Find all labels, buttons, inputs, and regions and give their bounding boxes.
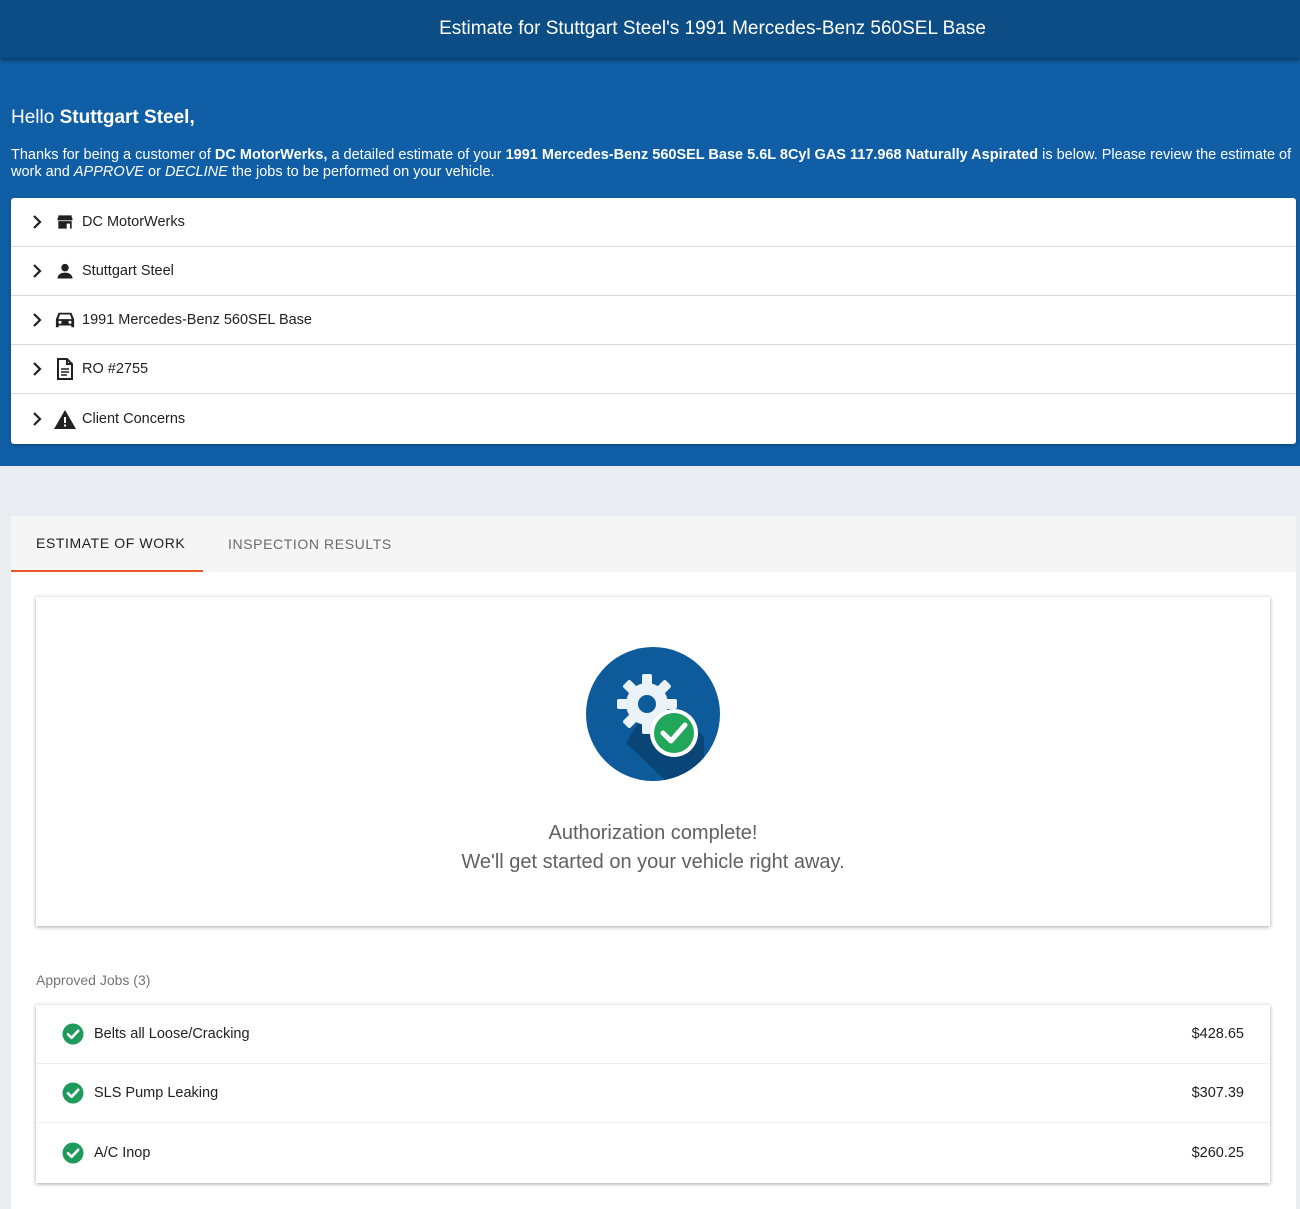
greeting-hello: Hello [11,107,55,128]
store-icon [53,212,77,232]
accordion-item-client-concerns[interactable]: Client Concerns [11,394,1296,444]
job-price: $428.65 [1191,1026,1244,1042]
greeting: Hello Stuttgart Steel, [11,105,1300,131]
job-row[interactable]: A/C Inop $260.25 [36,1123,1270,1183]
authorization-line-1: Authorization complete! [548,822,758,844]
accordion-item-customer[interactable]: Stuttgart Steel [11,247,1296,296]
authorization-line-2: We'll get started on your vehicle right … [461,851,845,873]
job-name: Belts all Loose/Cracking [94,1026,250,1042]
approved-jobs-title: Approved Jobs (3) [36,972,151,988]
accordion-label: Stuttgart Steel [82,263,174,279]
chevron-right-icon [25,362,49,376]
customer-name: Stuttgart Steel, [59,107,195,128]
accordion-item-vehicle[interactable]: 1991 Mercedes-Benz 560SEL Base [11,296,1296,345]
intro-part-2: a detailed estimate of your [327,147,506,163]
intro-part-4: or [143,164,165,180]
intro-shop-name: DC MotorWerks, [214,147,328,163]
chevron-right-icon [25,412,49,426]
car-icon [53,310,77,330]
intro-part-1: Thanks for being a customer of [11,147,215,163]
job-row[interactable]: Belts all Loose/Cracking $428.65 [36,1005,1270,1064]
gear-check-icon [586,647,720,781]
chevron-right-icon [25,313,49,327]
job-price: $307.39 [1191,1085,1244,1101]
intro-decline: DECLINE [164,164,228,180]
intro-text: Thanks for being a customer of DC MotorW… [11,147,1299,181]
check-circle-icon [62,1023,84,1045]
chevron-right-icon [25,264,49,278]
job-name: A/C Inop [94,1145,151,1161]
job-name: SLS Pump Leaking [94,1085,219,1101]
tab-estimate-of-work[interactable]: ESTIMATE OF WORK [11,516,203,572]
warning-icon [53,409,77,430]
accordion-label: DC MotorWerks [82,214,185,230]
authorization-card: Authorization complete! We'll get starte… [36,597,1270,926]
accordion-label: RO #2755 [82,361,149,377]
intro-section: Hello Stuttgart Steel, Thanks for being … [0,58,1300,466]
check-circle-icon [62,1142,84,1164]
intro-vehicle: 1991 Mercedes-Benz 560SEL Base 5.6L 8Cyl… [505,147,1039,163]
accordion-label: Client Concerns [82,411,186,427]
authorization-message: Authorization complete! We'll get starte… [36,819,1270,877]
approved-jobs-list: Belts all Loose/Cracking $428.65 SLS Pum… [36,1005,1270,1183]
document-icon [53,358,77,380]
accordion-item-repair-order[interactable]: RO #2755 [11,345,1296,394]
app-header: Estimate for Stuttgart Steel's 1991 Merc… [0,0,1300,58]
person-icon [53,261,77,281]
tab-inspection-results[interactable]: INSPECTION RESULTS [203,516,392,572]
check-circle-icon [62,1082,84,1104]
job-row[interactable]: SLS Pump Leaking $307.39 [36,1064,1270,1123]
tab-bar: ESTIMATE OF WORK INSPECTION RESULTS [11,516,1296,572]
accordion-label: 1991 Mercedes-Benz 560SEL Base [82,312,312,328]
estimate-panel: ESTIMATE OF WORK INSPECTION RESULTS Auth… [11,516,1296,1209]
intro-part-5: the jobs to be performed on your vehicle… [227,164,495,180]
accordion-item-shop[interactable]: DC MotorWerks [11,198,1296,247]
chevron-right-icon [25,215,49,229]
intro-approve: APPROVE [73,164,144,180]
page-title: Estimate for Stuttgart Steel's 1991 Merc… [439,18,986,39]
info-accordion: DC MotorWerks Stuttgart Steel 1991 Merce… [11,198,1296,444]
job-price: $260.25 [1191,1145,1244,1161]
